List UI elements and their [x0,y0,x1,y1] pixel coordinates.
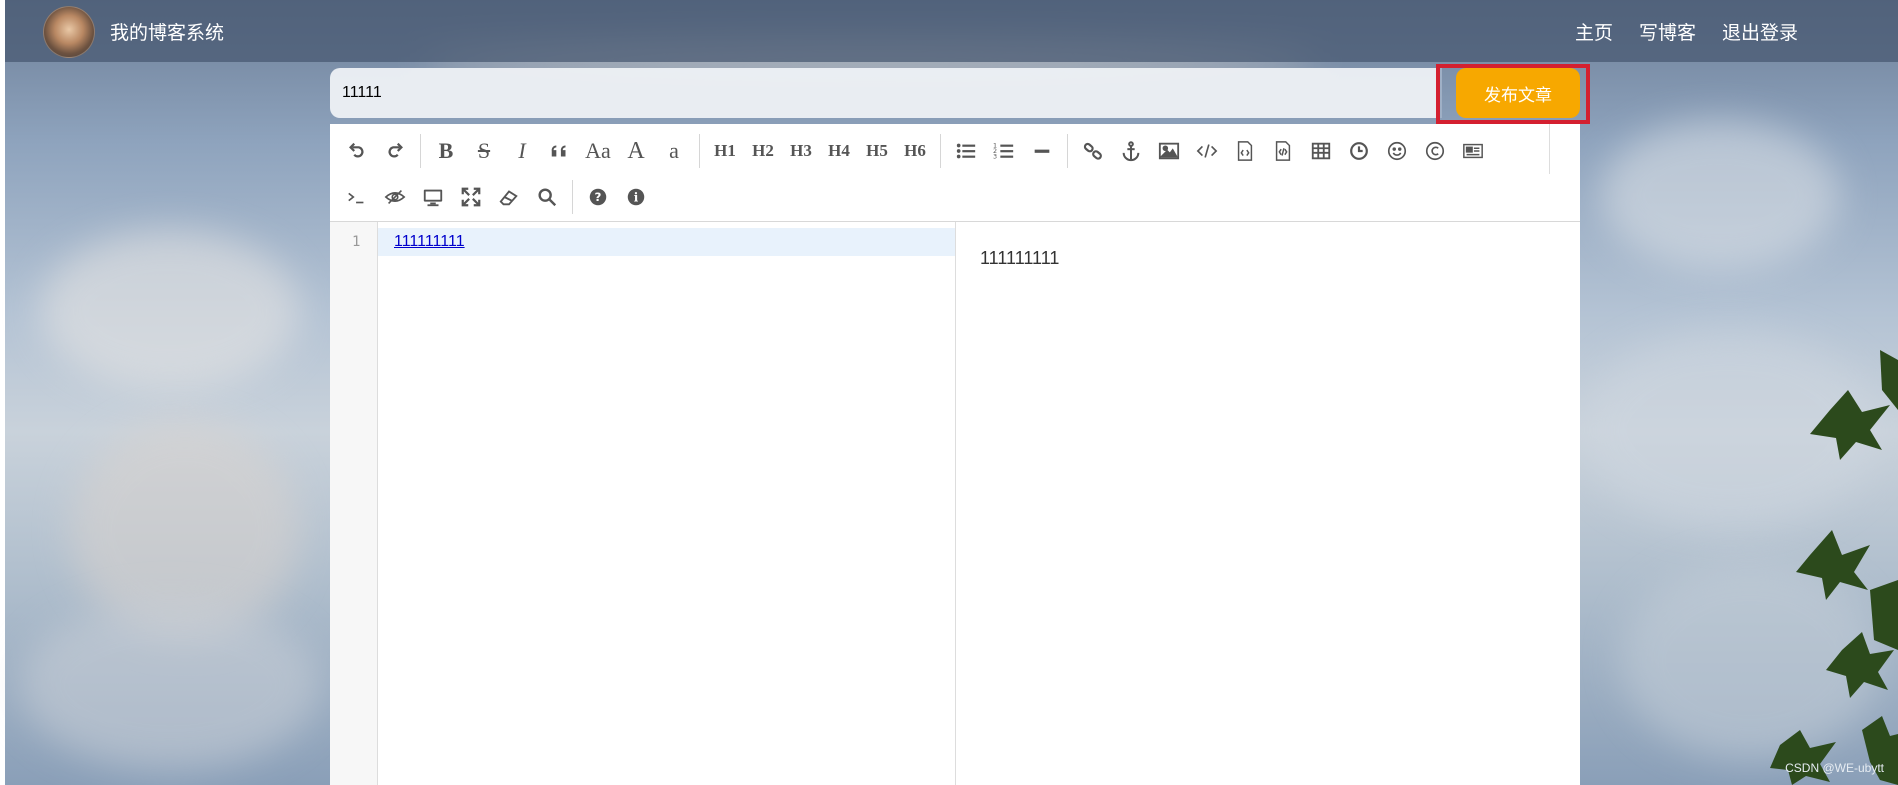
datetime-icon[interactable] [1340,133,1378,169]
fullscreen-icon[interactable] [452,179,490,215]
code-line-text: 111111111 [394,233,465,250]
link-icon[interactable] [1074,133,1112,169]
toolbar-separator [572,180,573,214]
line-number-gutter: 1 [330,222,378,785]
toolbar-separator [940,134,941,168]
goto-line-icon[interactable] [338,179,376,215]
background-cloud [1600,120,1840,270]
toolbar-row-1: B S I Aa A a H1 H2 H3 H4 H5 H6 123 [338,128,1572,174]
code-block-icon[interactable] [1264,133,1302,169]
watch-icon[interactable] [376,179,414,215]
html-entities-icon[interactable] [1416,133,1454,169]
clear-icon[interactable] [490,179,528,215]
unordered-list-icon[interactable] [947,133,985,169]
preview-icon[interactable] [414,179,452,215]
nav-logout-link[interactable]: 退出登录 [1722,18,1798,45]
h2-button[interactable]: H2 [744,133,782,169]
code-icon[interactable] [1188,133,1226,169]
image-icon[interactable] [1150,133,1188,169]
ucwords-icon[interactable]: A [617,133,655,169]
nav-links: 主页 写博客 退出登录 [1575,18,1798,45]
search-icon[interactable] [528,179,566,215]
toolbar-end-separator [1549,124,1550,174]
h1-button[interactable]: H1 [706,133,744,169]
svg-text:i: i [634,191,639,205]
top-navbar: 我的博客系统 主页 写博客 退出登录 [5,0,1898,62]
ordered-list-icon[interactable]: 123 [985,133,1023,169]
svg-text:3: 3 [993,152,997,160]
italic-icon[interactable]: I [503,133,541,169]
h4-button[interactable]: H4 [820,133,858,169]
nav-write-blog-link[interactable]: 写博客 [1639,18,1696,45]
active-code-line[interactable]: 111111111 [378,228,955,256]
left-edge [0,0,5,785]
info-icon[interactable]: i [617,179,655,215]
site-title: 我的博客系统 [110,23,225,44]
tree-leaves-decoration [1770,350,1898,785]
editor-panes: 1 111111111 111111111 [330,222,1580,785]
toolbar-row-2: ? i [338,174,1572,220]
background-cloud [40,230,300,390]
title-row [330,68,1580,118]
line-number: 1 [352,234,361,250]
table-icon[interactable] [1302,133,1340,169]
nav-home-link[interactable]: 主页 [1575,18,1613,45]
strikethrough-icon[interactable]: S [465,133,503,169]
h3-button[interactable]: H3 [782,133,820,169]
anchor-icon[interactable] [1112,133,1150,169]
undo-icon[interactable] [338,133,376,169]
h6-button[interactable]: H6 [896,133,934,169]
toolbar-separator [420,134,421,168]
preformatted-code-icon[interactable] [1226,133,1264,169]
preview-text: 111111111 [980,248,1060,268]
editor-toolbar: B S I Aa A a H1 H2 H3 H4 H5 H6 123 ? i [330,124,1580,222]
uppercase-icon[interactable]: Aa [579,133,617,169]
toolbar-separator [1067,134,1068,168]
svg-text:?: ? [595,190,602,204]
bold-icon[interactable]: B [427,133,465,169]
quote-icon[interactable] [541,133,579,169]
lowercase-icon[interactable]: a [655,133,693,169]
redo-icon[interactable] [376,133,414,169]
markdown-source-pane[interactable]: 1 111111111 [330,222,956,785]
avatar[interactable] [43,6,95,58]
toolbar-separator [699,134,700,168]
pagebreak-icon[interactable] [1454,133,1492,169]
markdown-preview-pane: 111111111 [956,222,1580,785]
horizontal-rule-icon[interactable] [1023,133,1061,169]
emoji-icon[interactable] [1378,133,1416,169]
help-icon[interactable]: ? [579,179,617,215]
h5-button[interactable]: H5 [858,133,896,169]
markdown-editor: B S I Aa A a H1 H2 H3 H4 H5 H6 123 ? i 1… [330,124,1580,785]
publish-article-button[interactable]: 发布文章 [1456,68,1580,118]
article-title-input[interactable] [330,68,1440,118]
background-cloud [20,600,320,770]
watermark: CSDN @WE-ubytt [1785,761,1884,775]
